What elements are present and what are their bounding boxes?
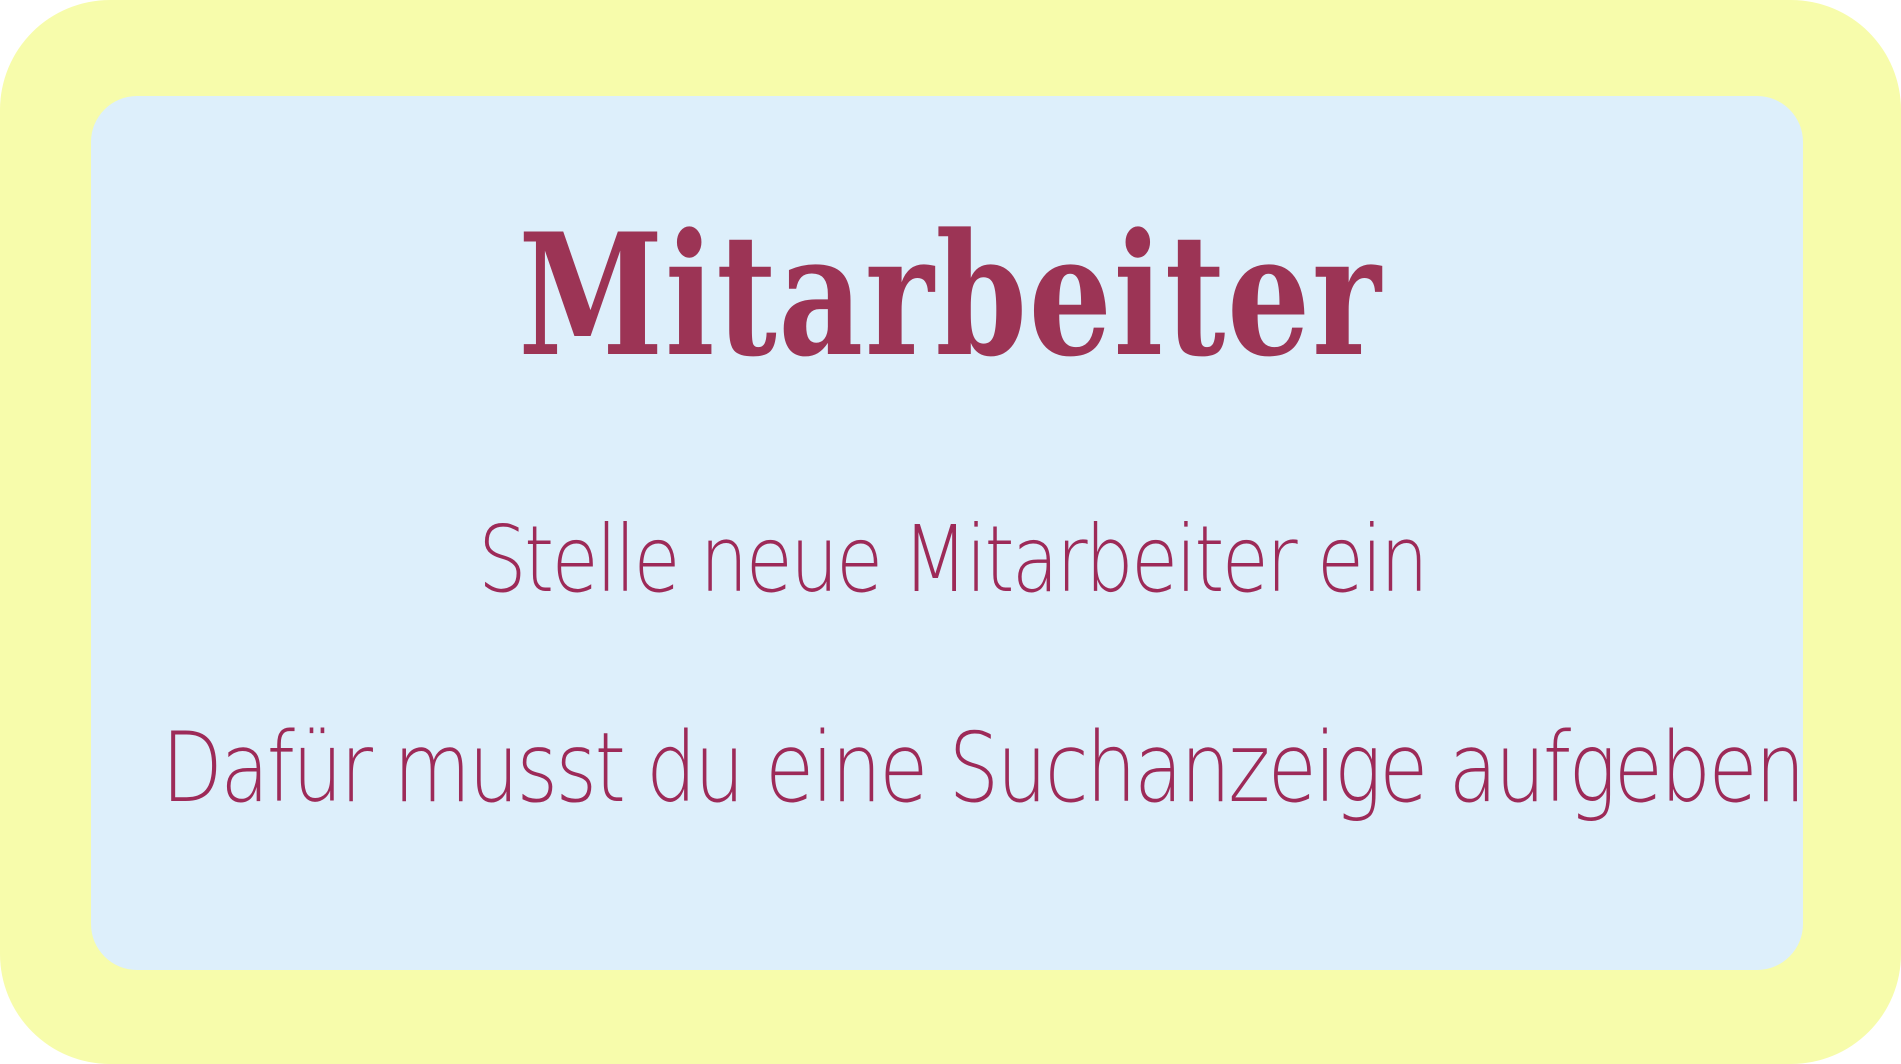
card-text-line-1: Stelle neue Mitarbeiter ein bbox=[478, 506, 1428, 613]
card-title: Mitarbeiter bbox=[518, 196, 1383, 394]
card-text-line-2: Dafür musst du eine Suchanzeige aufgeben bbox=[161, 712, 1806, 824]
